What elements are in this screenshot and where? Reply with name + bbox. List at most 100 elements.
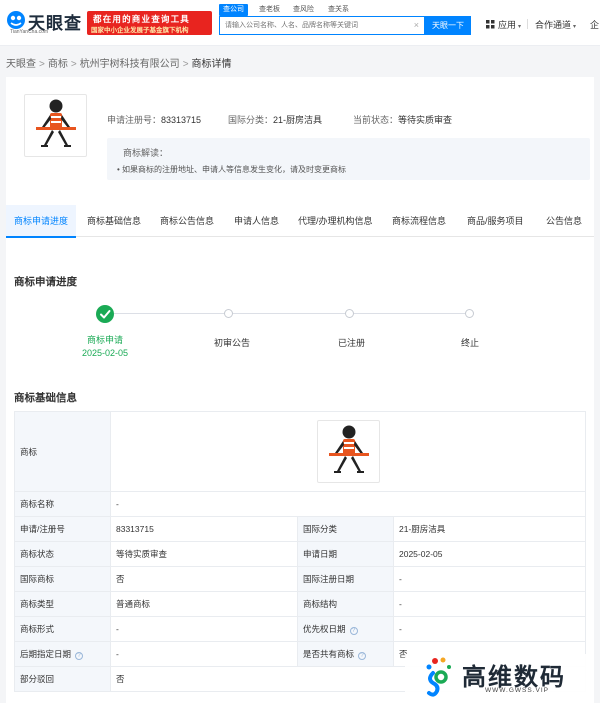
help-icon[interactable]: ? (75, 652, 84, 660)
search-input[interactable] (225, 17, 410, 34)
row-key: 商标形式 (14, 616, 111, 642)
tab-goods-services[interactable]: 商品/服务项目 (467, 205, 524, 237)
trademark-image-large[interactable] (316, 420, 380, 483)
basic-info-table: 商标 商标名称 - 申请/注册号 83313715 国际分类 21-厨房洁具 商… (14, 411, 587, 692)
partner-menu-label: 合作通道 (535, 20, 572, 30)
basic-info-section-title: 商标基础信息 (14, 392, 77, 404)
reg-no-label: 申请注册号： (107, 115, 162, 125)
step-dot-prelim (224, 309, 233, 318)
trademark-figure-icon (328, 425, 369, 473)
row-key: 商标结构 (297, 591, 394, 617)
detail-tabs: 商标申请进度 商标基础信息 商标公告信息 申请人信息 代理/办理机构信息 商标流… (6, 205, 594, 238)
tianyancha-logo-icon (7, 11, 25, 29)
note-text: • 如果商标的注册地址、申请人等信息发生变化，请及时变更商标 (117, 165, 347, 174)
grid-icon (486, 20, 495, 29)
step-dot-terminated (465, 309, 474, 318)
row-key: 国际注册日期 (297, 566, 394, 592)
watermark: 高维数码 WWW.GWSS.VIP (405, 654, 590, 700)
row-key: 申请日期 (297, 541, 394, 567)
class-value: 21-厨房洁具 (273, 115, 323, 125)
reg-no-value: 83313715 (161, 115, 202, 125)
status-value: 等待实质审查 (398, 115, 453, 125)
search-box: × (219, 16, 425, 35)
app-menu[interactable]: 应用 ▾ (486, 18, 521, 31)
trademark-image[interactable] (24, 94, 87, 157)
site-logo[interactable]: 天眼查 TianYanCha.com (6, 9, 86, 37)
row-key: 国际商标 (14, 566, 111, 592)
help-icon[interactable]: ? (358, 652, 367, 660)
breadcrumb-current: 商标详情 (191, 59, 232, 70)
row-value: - (110, 641, 298, 667)
table-row: 国际商标 否 国际注册日期 - (14, 566, 587, 592)
search-tab-boss[interactable]: 查老板 (259, 4, 280, 16)
search-tab-company[interactable]: 查公司 (219, 4, 248, 16)
chevron-down-icon: ▾ (573, 24, 577, 30)
step-label-prelim: 初审公告 (214, 338, 251, 348)
step-date-apply: 2025-02-05 (82, 348, 129, 358)
search-tab-risk[interactable]: 查风险 (293, 4, 314, 16)
app-menu-label: 应用 (498, 20, 517, 30)
note-title: 商标解读： (123, 148, 169, 158)
row-key: 部分驳回 (14, 666, 111, 692)
row-value: - (392, 566, 587, 592)
row-key: 国际分类 (297, 516, 394, 542)
row-value: 普通商标 (110, 591, 298, 617)
row-key: 商标状态 (14, 541, 111, 567)
search-button[interactable]: 天眼一下 (425, 16, 471, 35)
row-value: 21-厨房洁具 (392, 516, 587, 542)
row-key: 商标名称 (14, 491, 111, 517)
table-row: 商标名称 - (14, 491, 587, 517)
breadcrumb-company[interactable]: 杭州宇树科技有限公司 (80, 59, 180, 70)
progress-section-title: 商标申请进度 (14, 276, 77, 288)
logo-subtext: TianYanCha.com (10, 29, 49, 35)
row-value: 2025-02-05 (392, 541, 587, 567)
enterprise-menu[interactable]: 企 (590, 18, 599, 31)
trademark-key: 商标 (14, 411, 111, 492)
table-row: 商标 (14, 411, 587, 492)
step-label-terminated: 终止 (461, 338, 480, 348)
search-tab-relation[interactable]: 查关系 (328, 4, 349, 16)
class-label: 国际分类： (228, 115, 274, 125)
help-icon[interactable]: ? (349, 627, 358, 635)
row-value: - (109, 491, 587, 517)
trademark-note-box: 商标解读： • 如果商标的注册地址、申请人等信息发生变化，请及时变更商标 (107, 138, 590, 180)
row-value: - (110, 616, 298, 642)
status-label: 当前状态： (353, 115, 399, 125)
clear-icon[interactable]: × (414, 20, 419, 30)
row-value: 否 (110, 566, 298, 592)
header-divider (527, 19, 528, 29)
row-key: 商标类型 (14, 591, 111, 617)
tab-process-info[interactable]: 商标流程信息 (392, 205, 446, 237)
row-value: - (392, 591, 587, 617)
promo-banner[interactable]: 都在用的商业查询工具 国家中小企业发展子基金旗下机构 (87, 11, 212, 35)
promo-line-2: 国家中小企业发展子基金旗下机构 (91, 27, 189, 34)
top-header: 天眼查 TianYanCha.com 都在用的商业查询工具 国家中小企业发展子基… (0, 0, 600, 46)
row-value: - (392, 616, 587, 642)
watermark-logo-icon (426, 657, 451, 697)
tab-announcement-info[interactable]: 商标公告信息 (160, 205, 214, 237)
step-label-apply: 商标申请 (87, 335, 124, 345)
tab-notice-info[interactable]: 公告信息 (546, 205, 582, 237)
tab-application-progress[interactable]: 商标申请进度 (6, 205, 77, 238)
row-key: 是否共有商标 (303, 649, 355, 659)
tab-applicant-info[interactable]: 申请人信息 (234, 205, 279, 237)
step-label-registered: 已注册 (338, 338, 366, 348)
status-meta: 当前状态：等待实质审查 (353, 113, 452, 126)
check-icon (100, 310, 111, 319)
table-row: 商标类型 普通商标 商标结构 - (14, 591, 587, 617)
partner-menu[interactable]: 合作通道 ▾ (535, 18, 576, 31)
tab-basic-info[interactable]: 商标基础信息 (87, 205, 141, 237)
breadcrumb: 天眼查 > 商标 > 杭州宇树科技有限公司 > 商标详情 (6, 59, 232, 70)
tab-agency-info[interactable]: 代理/办理机构信息 (298, 205, 373, 237)
breadcrumb-home[interactable]: 天眼查 (6, 59, 36, 70)
class-meta: 国际分类：21-厨房洁具 (228, 113, 322, 126)
row-key: 申请/注册号 (14, 516, 111, 542)
step-done-indicator (96, 305, 114, 323)
row-key: 后期指定日期 (20, 649, 72, 659)
table-row: 商标形式 - 优先权日期? - (14, 616, 587, 642)
step-dot-registered (345, 309, 354, 318)
enterprise-menu-label: 企 (590, 20, 600, 30)
table-row: 申请/注册号 83313715 国际分类 21-厨房洁具 (14, 516, 587, 542)
breadcrumb-trademark[interactable]: 商标 (48, 59, 68, 70)
table-row: 商标状态 等待实质审查 申请日期 2025-02-05 (14, 541, 587, 567)
